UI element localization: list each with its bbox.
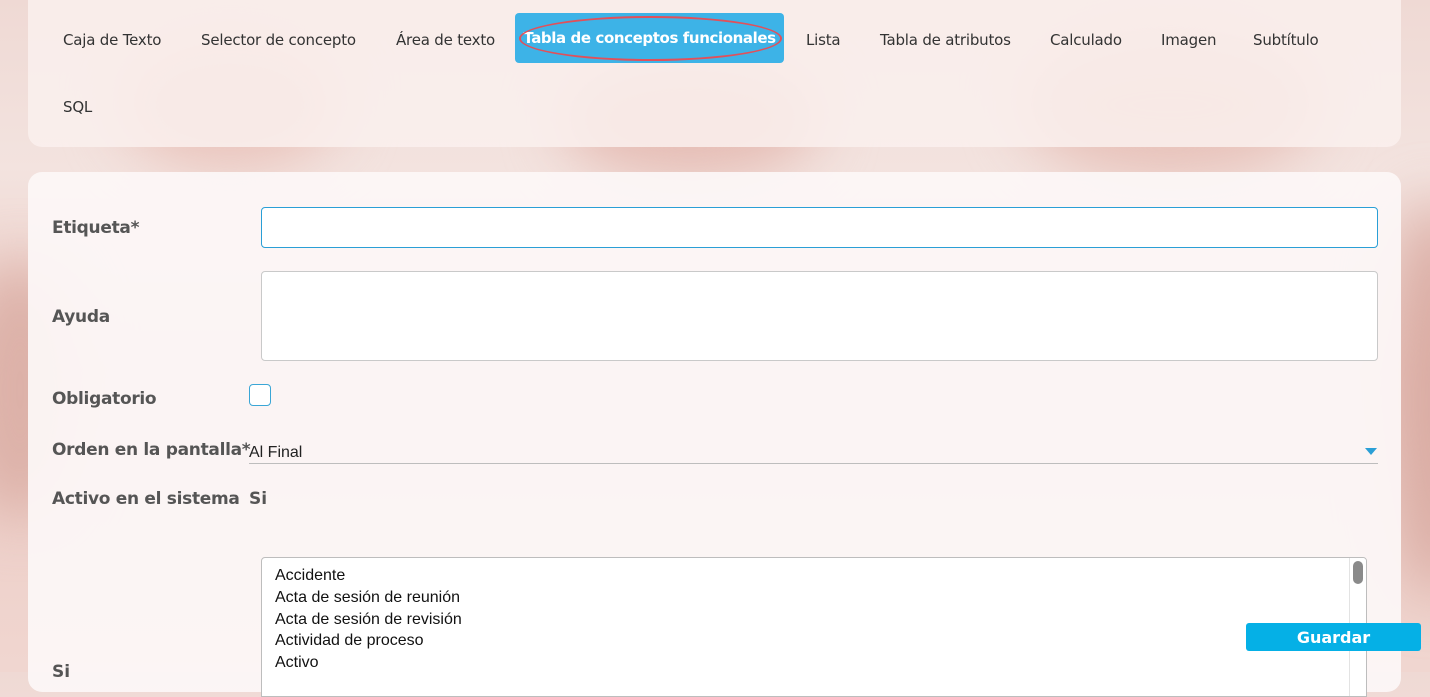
list-item[interactable]: Accidente	[275, 567, 345, 585]
save-button[interactable]: Guardar	[1246, 623, 1421, 651]
tab-caja-de-texto[interactable]: Caja de Texto	[63, 31, 161, 49]
field-form: Etiqueta* Ayuda Obligatorio Orden en la …	[28, 172, 1401, 697]
etiqueta-label: Etiqueta*	[52, 218, 140, 238]
tab-subtitulo[interactable]: Subtítulo	[1253, 31, 1319, 49]
field-type-tabs: Caja de Texto Selector de concepto Área …	[28, 0, 1401, 147]
tab-calculado[interactable]: Calculado	[1050, 31, 1122, 49]
list-item[interactable]: Acta de sesión de revisión	[275, 611, 462, 629]
caret-down-icon[interactable]	[1365, 448, 1377, 455]
highlight-ellipse	[519, 16, 782, 61]
obligatorio-checkbox[interactable]	[249, 384, 271, 406]
tab-area-de-texto[interactable]: Área de texto	[396, 31, 495, 49]
ayuda-textarea[interactable]	[261, 271, 1378, 361]
tab-sql[interactable]: SQL	[63, 98, 92, 116]
select-underline	[249, 463, 1378, 464]
tab-imagen[interactable]: Imagen	[1161, 31, 1216, 49]
activo-label: Activo en el sistema	[52, 489, 240, 509]
tab-tabla-de-conceptos-funcionales[interactable]: Tabla de conceptos funcionales	[515, 13, 784, 63]
activo-value: Si	[249, 489, 268, 509]
obligatorio-label: Obligatorio	[52, 389, 157, 409]
etiqueta-input[interactable]	[261, 207, 1378, 248]
concept-listbox[interactable]: Accidente Acta de sesión de reunión Acta…	[261, 557, 1367, 697]
tab-lista[interactable]: Lista	[806, 31, 841, 49]
orden-label: Orden en la pantalla*	[52, 440, 251, 460]
list-item[interactable]: Actividad de proceso	[275, 632, 424, 650]
concepts-label: Si	[52, 662, 71, 682]
list-item[interactable]: Acta de sesión de reunión	[275, 589, 460, 607]
list-item[interactable]: Activo	[275, 654, 319, 672]
tab-selector-de-concepto[interactable]: Selector de concepto	[201, 31, 356, 49]
ayuda-label: Ayuda	[52, 307, 110, 327]
tab-tabla-de-atributos[interactable]: Tabla de atributos	[880, 31, 1011, 49]
orden-select-value: Al Final	[249, 444, 303, 461]
scrollbar-thumb[interactable]	[1353, 561, 1363, 584]
